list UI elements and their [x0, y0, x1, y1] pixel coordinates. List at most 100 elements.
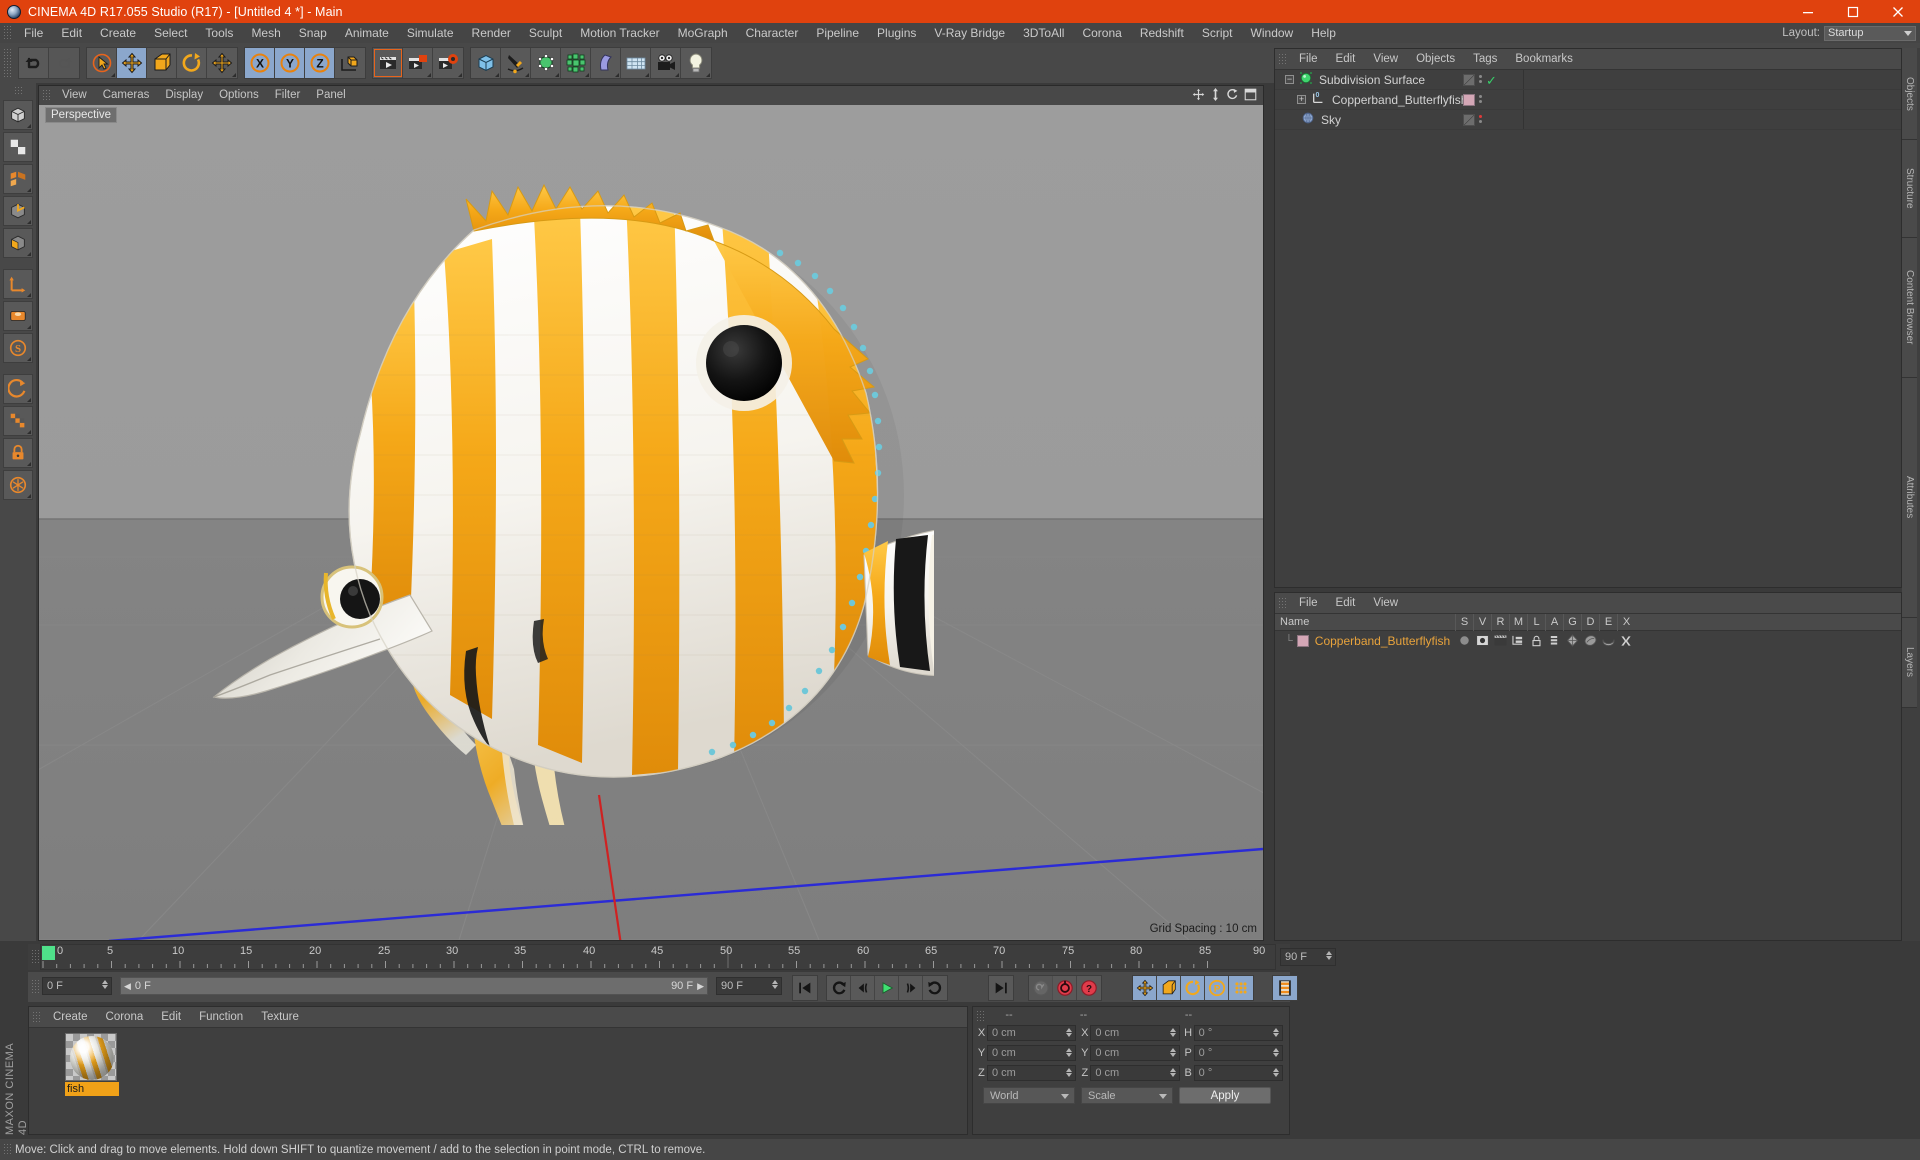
generator-icon[interactable]	[1563, 634, 1581, 647]
menu-item-simulate[interactable]: Simulate	[398, 23, 463, 43]
menu-item-mesh[interactable]: Mesh	[242, 23, 289, 43]
material-menu-create[interactable]: Create	[44, 1007, 97, 1028]
menu-item-tools[interactable]: Tools	[196, 23, 242, 43]
spinner-icon[interactable]	[1066, 1028, 1073, 1037]
menu-item-animate[interactable]: Animate	[336, 23, 398, 43]
size-x-field[interactable]: 0 cm	[1090, 1025, 1180, 1041]
coordinate-system-dropdown[interactable]: World	[983, 1087, 1075, 1104]
rotation-b-field[interactable]: 0 °	[1193, 1065, 1283, 1081]
maximize-icon[interactable]	[1830, 0, 1875, 23]
object-axis-icon[interactable]	[3, 269, 33, 299]
column-header-e[interactable]: E	[1599, 614, 1617, 631]
solo-dot-icon[interactable]	[1455, 635, 1473, 646]
maximize-viewport-icon[interactable]	[1244, 88, 1257, 104]
material-manager-grip-icon[interactable]	[32, 1011, 41, 1023]
edge-tab-attributes[interactable]: Attributes	[1902, 378, 1917, 618]
position-z-field[interactable]: 0 cm	[987, 1065, 1077, 1081]
menu-item-create[interactable]: Create	[91, 23, 145, 43]
move-axis-icon[interactable]	[207, 48, 237, 78]
menu-item-sculpt[interactable]: Sculpt	[520, 23, 571, 43]
minimize-icon[interactable]	[1785, 0, 1830, 23]
axis-z-button[interactable]: Z	[305, 48, 335, 78]
column-header-a[interactable]: A	[1545, 614, 1563, 631]
menu-item-pipeline[interactable]: Pipeline	[807, 23, 868, 43]
menu-item-render[interactable]: Render	[463, 23, 520, 43]
menu-item-corona[interactable]: Corona	[1073, 23, 1130, 43]
menu-item-script[interactable]: Script	[1193, 23, 1242, 43]
column-header-m[interactable]: M	[1509, 614, 1527, 631]
object-row-sky[interactable]: Sky	[1275, 110, 1901, 130]
menu-item-vray-bridge[interactable]: V-Ray Bridge	[925, 23, 1014, 43]
material-menu-edit[interactable]: Edit	[152, 1007, 190, 1028]
go-to-end-icon[interactable]	[989, 976, 1013, 1000]
step-forward-icon[interactable]	[899, 976, 923, 1000]
menu-item-redshift[interactable]: Redshift	[1131, 23, 1193, 43]
scrub-right-arrow-icon[interactable]: ▶	[697, 981, 704, 992]
world-coordinate-icon[interactable]	[335, 48, 365, 78]
size-z-field[interactable]: 0 cm	[1090, 1065, 1180, 1081]
render-view-icon[interactable]	[373, 48, 403, 78]
viewport-menu-options[interactable]: Options	[211, 86, 267, 105]
scrub-left-arrow-icon[interactable]: ◀	[124, 981, 131, 992]
edge-tab-layers[interactable]: Layers	[1902, 618, 1917, 708]
diagonal-swatch-icon[interactable]	[1463, 74, 1475, 86]
menu-grip-icon[interactable]	[3, 25, 12, 41]
point-level-animation-icon[interactable]	[1229, 976, 1253, 1000]
spinner-icon[interactable]	[772, 980, 778, 989]
position-key-icon[interactable]	[1133, 976, 1157, 1000]
object-manager-grip-icon[interactable]	[1278, 53, 1287, 65]
menu-item-motion-tracker[interactable]: Motion Tracker	[571, 23, 668, 43]
viewport-canvas[interactable]: Perspective Grid Spacing: 10 cm	[39, 105, 1263, 940]
timeline-end-field[interactable]: 90 F	[1280, 948, 1336, 966]
size-y-field[interactable]: 0 cm	[1090, 1045, 1180, 1061]
undo-icon[interactable]	[19, 48, 49, 78]
menu-item-help[interactable]: Help	[1302, 23, 1345, 43]
add-camera-icon[interactable]	[651, 48, 681, 78]
render-icon[interactable]	[1491, 635, 1509, 646]
material-tag-icon[interactable]	[1463, 94, 1475, 106]
go-to-start-icon[interactable]	[793, 976, 817, 1000]
edge-tab-objects[interactable]: Objects	[1902, 48, 1917, 140]
lock-icon[interactable]	[1527, 635, 1545, 647]
column-header-g[interactable]: G	[1563, 614, 1581, 631]
toolbar-grip-icon[interactable]	[3, 48, 12, 78]
object-row-subdivision-surface[interactable]: − Subdivision Surface ✓	[1275, 70, 1901, 90]
object-manager-menu-tags[interactable]: Tags	[1464, 49, 1506, 70]
points-mode-icon[interactable]	[3, 164, 33, 194]
menu-item-window[interactable]: Window	[1242, 23, 1303, 43]
scene-object-icon[interactable]	[621, 48, 651, 78]
menu-item-file[interactable]: File	[15, 23, 52, 43]
timeline-ruler[interactable]: 0 5 10 15 20 25 30 35 40 45 50 55 60 65 …	[40, 944, 1276, 970]
menu-item-character[interactable]: Character	[737, 23, 808, 43]
parameter-key-icon[interactable]: P	[1205, 976, 1229, 1000]
object-manager-menu-bookmarks[interactable]: Bookmarks	[1506, 49, 1582, 70]
rotation-p-field[interactable]: 0 °	[1193, 1045, 1283, 1061]
spinner-icon[interactable]	[1272, 1028, 1279, 1037]
scale-tool-icon[interactable]	[147, 48, 177, 78]
position-x-field[interactable]: 0 cm	[987, 1025, 1077, 1041]
menu-item-mograph[interactable]: MoGraph	[669, 23, 737, 43]
deformer-icon[interactable]	[1581, 634, 1599, 647]
viewport-menu-cameras[interactable]: Cameras	[95, 86, 158, 105]
record-active-objects-icon[interactable]	[1029, 976, 1053, 1000]
column-header-l[interactable]: L	[1527, 614, 1545, 631]
edge-tab-structure[interactable]: Structure	[1902, 140, 1917, 238]
texture-mode-icon[interactable]	[3, 132, 33, 162]
spinner-icon[interactable]	[1066, 1048, 1073, 1057]
move-viewport-icon[interactable]	[1192, 88, 1205, 104]
status-grip-icon[interactable]	[3, 1143, 12, 1156]
viewport-menu-panel[interactable]: Panel	[308, 86, 353, 105]
live-selection-icon[interactable]	[87, 48, 117, 78]
material-menu-function[interactable]: Function	[190, 1007, 252, 1028]
layout-dropdown[interactable]: Startup	[1824, 25, 1916, 41]
manager-icon[interactable]	[1509, 635, 1527, 646]
play-backwards-icon[interactable]	[827, 976, 851, 1000]
spinner-icon[interactable]	[1169, 1068, 1176, 1077]
object-manager-menu-file[interactable]: File	[1290, 49, 1327, 70]
render-settings-icon[interactable]	[433, 48, 463, 78]
palette-grip-icon[interactable]	[13, 86, 23, 96]
coordinate-mode-dropdown[interactable]: Scale	[1081, 1087, 1173, 1104]
viewport-menu-view[interactable]: View	[54, 86, 95, 105]
move-tool-icon[interactable]	[117, 48, 147, 78]
workplane-icon[interactable]	[3, 301, 33, 331]
